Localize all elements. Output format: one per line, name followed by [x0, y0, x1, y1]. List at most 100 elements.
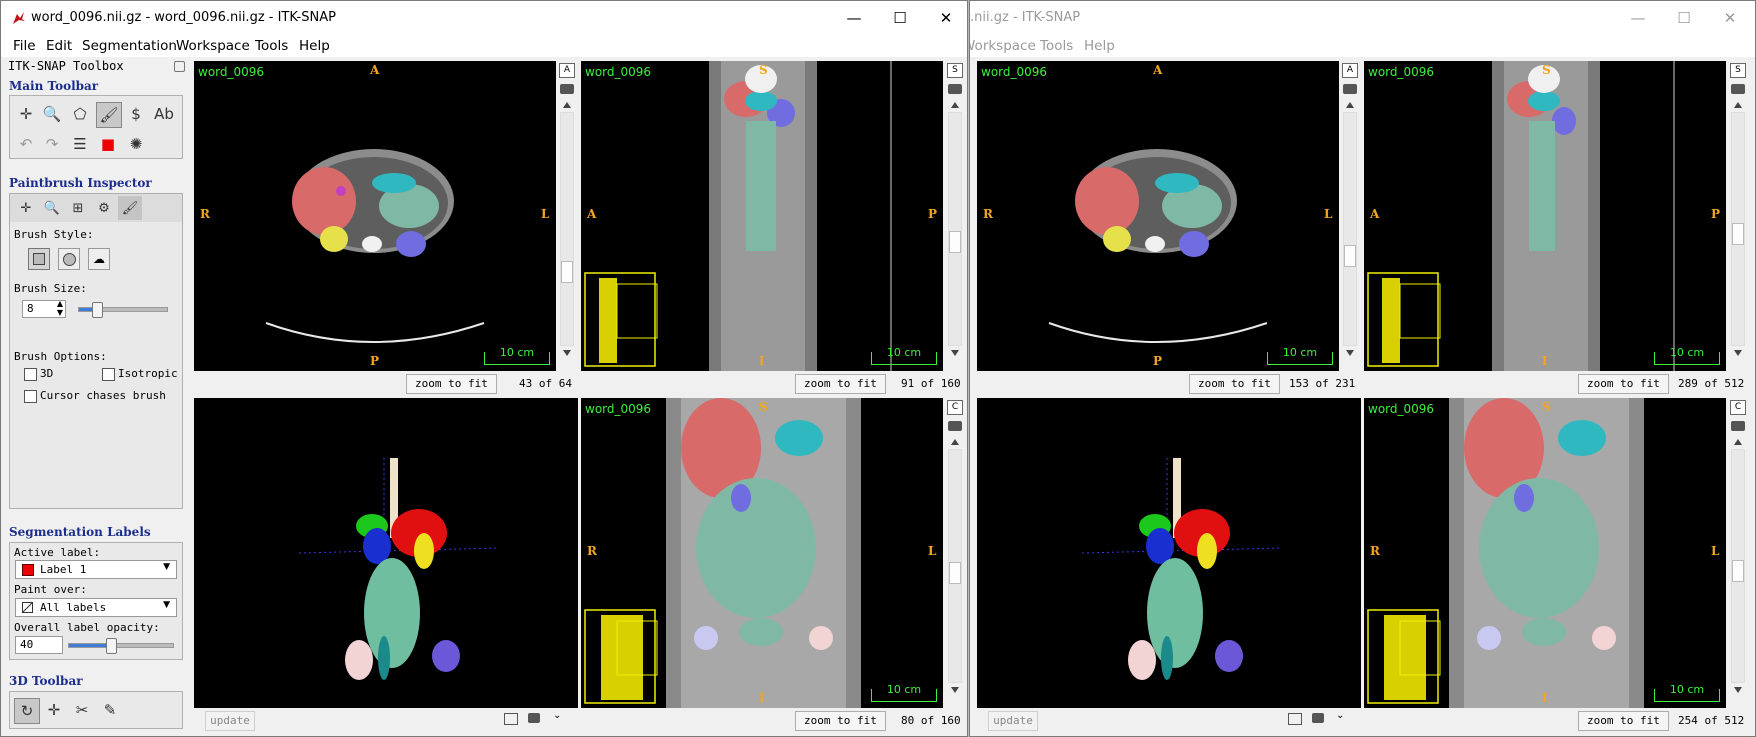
menu-workspace[interactable]: Workspace — [176, 38, 250, 54]
scroll-down-icon[interactable] — [1734, 687, 1742, 693]
axial-layout-button[interactable]: A — [559, 63, 575, 78]
round-brush-button[interactable] — [58, 248, 80, 270]
scroll-up-icon[interactable] — [1734, 439, 1742, 445]
slice-scrollbar-thumb[interactable] — [949, 562, 961, 584]
menu-tools[interactable]: Tools — [255, 38, 288, 54]
camera-icon[interactable] — [1343, 84, 1357, 94]
close-button[interactable]: ✕ — [1707, 1, 1753, 35]
camera-icon[interactable] — [560, 84, 574, 94]
minimize-button[interactable]: — — [831, 1, 877, 35]
camera-icon[interactable] — [948, 421, 962, 431]
axial-view[interactable]: word_0096 A P R L 10 cm — [194, 61, 556, 371]
update-button[interactable]: update — [205, 711, 255, 731]
camera-icon[interactable] — [948, 84, 962, 94]
coronal-view[interactable]: word_0096 S I R L 10 cm — [581, 398, 943, 708]
camera-icon[interactable] — [1731, 84, 1745, 94]
menu-tools[interactable]: Tools — [1040, 38, 1073, 54]
opacity-slider-thumb[interactable] — [105, 638, 117, 654]
slice-scrollbar[interactable] — [560, 112, 574, 346]
brush-mode-icon[interactable]: 🖌 — [118, 196, 142, 220]
sagittal-layout-button[interactable]: S — [1730, 63, 1746, 78]
minimize-button[interactable]: — — [1615, 1, 1661, 35]
3d-rotate-icon[interactable]: ↻ — [14, 698, 40, 724]
menu-segmentation[interactable]: Segmentation — [82, 38, 177, 54]
scroll-up-icon[interactable] — [1346, 102, 1354, 108]
menu-workspace[interactable]: Workspace — [970, 38, 1036, 54]
paint-over-dropdown[interactable]: All labels ▼ — [15, 598, 177, 617]
paintbrush-tool-icon[interactable]: 🖌 — [96, 102, 122, 128]
slice-scrollbar[interactable] — [1731, 112, 1745, 346]
spin-down-icon[interactable]: ▼ — [57, 308, 63, 317]
zoom-to-fit-button[interactable]: zoom to fit — [795, 711, 886, 731]
snake-tool-icon[interactable]: $ — [124, 102, 148, 126]
3d-view[interactable] — [977, 398, 1361, 708]
slice-scrollbar[interactable] — [1343, 112, 1357, 346]
axial-view[interactable]: word_0096 A P R L 10 cm — [977, 61, 1339, 371]
toolbox-float-icon[interactable] — [174, 61, 185, 72]
zoom-to-fit-button[interactable]: zoom to fit — [406, 374, 497, 394]
slice-scrollbar-thumb[interactable] — [1344, 245, 1356, 267]
zoom-to-fit-button[interactable]: zoom to fit — [1189, 374, 1280, 394]
palette-icon[interactable]: ✺ — [124, 132, 148, 156]
zoom-to-fit-button[interactable]: zoom to fit — [1578, 374, 1669, 394]
cursor-chases-checkbox[interactable] — [24, 390, 37, 403]
spin-up-icon[interactable]: ▲ — [57, 299, 63, 308]
zoom-to-fit-button[interactable]: zoom to fit — [1578, 711, 1669, 731]
brush-size-spinbox[interactable]: 8 ▲ ▼ — [22, 299, 66, 318]
chevron-down-icon[interactable]: ⌄ — [1336, 710, 1344, 721]
camera-icon[interactable] — [528, 713, 540, 723]
brush-size-slider[interactable] — [78, 302, 168, 318]
axial-layout-button[interactable]: A — [1342, 63, 1358, 78]
scroll-down-icon[interactable] — [1346, 350, 1354, 356]
3d-view[interactable] — [194, 398, 578, 708]
close-button[interactable]: ✕ — [923, 1, 967, 35]
3d-checkbox[interactable] — [24, 368, 37, 381]
3d-layout-icon[interactable] — [1288, 713, 1302, 725]
active-label-dropdown[interactable]: Label 1 ▼ — [15, 560, 177, 579]
coronal-view[interactable]: word_0096 S I R L 10 cm — [1364, 398, 1726, 708]
slice-scrollbar[interactable] — [948, 449, 962, 683]
menu-help[interactable]: Help — [1084, 38, 1115, 54]
menu-file[interactable]: File — [13, 38, 36, 54]
3d-layout-icon[interactable] — [504, 713, 518, 725]
scroll-up-icon[interactable] — [951, 102, 959, 108]
slice-scrollbar-thumb[interactable] — [561, 261, 573, 283]
crosshair-mode-icon[interactable]: ✛ — [14, 196, 38, 220]
menu-help[interactable]: Help — [299, 38, 330, 54]
sagittal-view[interactable]: word_0096 S I A P 10 cm — [581, 61, 943, 371]
opacity-slider[interactable] — [68, 638, 174, 654]
label-color-icon[interactable]: ■ — [96, 132, 120, 156]
square-brush-button[interactable] — [28, 248, 50, 270]
sagittal-view[interactable]: word_0096 S I A P 10 cm — [1364, 61, 1726, 371]
maximize-button[interactable]: ☐ — [877, 1, 923, 35]
slice-scrollbar[interactable] — [1731, 449, 1745, 683]
scroll-down-icon[interactable] — [951, 687, 959, 693]
update-button[interactable]: update — [988, 711, 1038, 731]
title-bar[interactable]: .nii.gz - ITK-SNAP — ☐ ✕ — [970, 1, 1755, 35]
opacity-input[interactable]: 40 — [15, 636, 63, 654]
camera-icon[interactable] — [1731, 421, 1745, 431]
camera-icon[interactable] — [1312, 713, 1324, 723]
maximize-button[interactable]: ☐ — [1661, 1, 1707, 35]
grid-mode-icon[interactable]: ⊞ — [66, 196, 90, 220]
adaptive-brush-button[interactable]: ☁ — [88, 248, 110, 270]
slice-scrollbar-thumb[interactable] — [1732, 560, 1744, 582]
3d-crosshair-icon[interactable]: ✛ — [42, 698, 66, 722]
isotropic-checkbox[interactable] — [102, 368, 115, 381]
scroll-up-icon[interactable] — [951, 439, 959, 445]
scroll-down-icon[interactable] — [563, 350, 571, 356]
slice-scrollbar-thumb[interactable] — [949, 231, 961, 253]
coronal-layout-button[interactable]: C — [947, 400, 963, 415]
chevron-down-icon[interactable]: ⌄ — [553, 710, 561, 721]
sagittal-layout-button[interactable]: S — [947, 63, 963, 78]
title-bar[interactable]: word_0096.nii.gz - word_0096.nii.gz - IT… — [1, 1, 967, 35]
scroll-down-icon[interactable] — [1734, 350, 1742, 356]
scroll-down-icon[interactable] — [951, 350, 959, 356]
annotation-tool-icon[interactable]: Ab — [152, 102, 176, 126]
redo-icon[interactable]: ↷ — [40, 132, 64, 156]
3d-mode-icon[interactable]: ⚙ — [92, 196, 116, 220]
crosshair-tool-icon[interactable]: ✛ — [14, 102, 38, 126]
zoom-mode-icon[interactable]: 🔍 — [40, 196, 64, 220]
scroll-up-icon[interactable] — [563, 102, 571, 108]
menu-edit[interactable]: Edit — [46, 38, 72, 54]
